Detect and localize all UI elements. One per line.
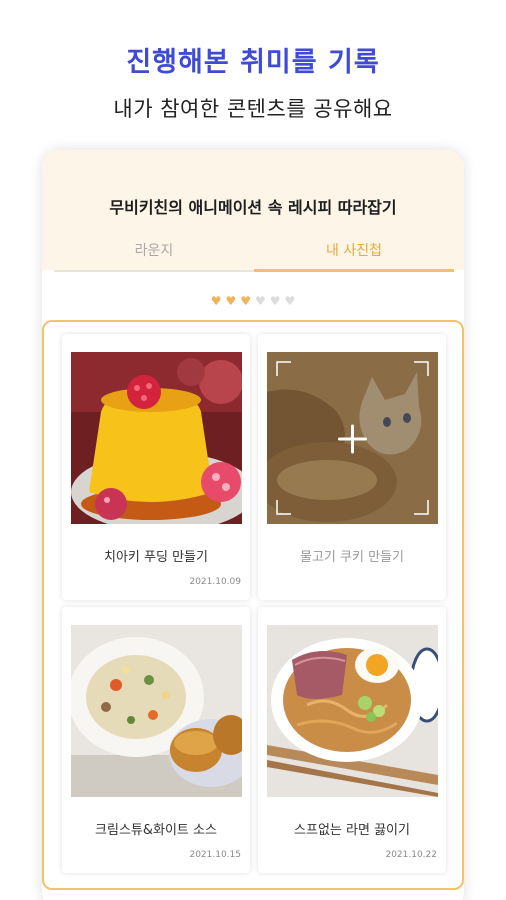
card-title: 치아키 푸딩 만들기 bbox=[104, 550, 208, 565]
album-card-empty[interactable]: 물고기 쿠키 만들기 bbox=[258, 334, 446, 600]
promo-headline: 진행해본 취미를 기록 bbox=[126, 47, 380, 78]
photo-cream-stew bbox=[71, 625, 242, 797]
card-title: 물고기 쿠키 만들기 bbox=[300, 550, 404, 565]
album-grid: 치아키 푸딩 만들기 2021.10.09 물고기 쿠키 만들기 크림스튜&화이… bbox=[42, 320, 464, 890]
album-card[interactable]: 크림스튜&화이트 소스 2021.10.15 bbox=[62, 607, 250, 873]
promo-subline: 내가 참여한 콘텐츠를 공유해요 bbox=[113, 97, 393, 121]
progress-hearts: ♥ ♥ ♥ ♥ ♥ ♥ bbox=[42, 295, 464, 307]
heart-empty-icon: ♥ bbox=[255, 294, 266, 308]
album-card[interactable]: 스프없는 라면 끓이기 2021.10.22 bbox=[258, 607, 446, 873]
heart-filled-icon: ♥ bbox=[225, 294, 237, 308]
tab-my-album[interactable]: 내 사진첩 bbox=[254, 236, 454, 272]
card-title: 스프없는 라면 끓이기 bbox=[294, 823, 410, 838]
album-card[interactable]: 치아키 푸딩 만들기 2021.10.09 bbox=[62, 334, 250, 600]
heart-filled-icon: ♥ bbox=[210, 294, 222, 308]
photo-ramen bbox=[267, 625, 438, 797]
tab-lounge[interactable]: 라운지 bbox=[54, 236, 254, 272]
tab-bar: 라운지 내 사진첩 bbox=[54, 236, 454, 272]
photo-pudding bbox=[71, 352, 242, 524]
heart-empty-icon: ♥ bbox=[269, 294, 281, 308]
card-date: 2021.10.22 bbox=[385, 850, 437, 860]
card-date: 2021.10.15 bbox=[189, 850, 241, 860]
phone-screen: 무비키친의 애니메이션 속 레시피 따라잡기 라운지 내 사진첩 ♥ ♥ ♥ ♥… bbox=[42, 150, 464, 900]
add-photo-placeholder[interactable] bbox=[267, 352, 438, 524]
card-date: 2021.10.09 bbox=[189, 577, 241, 587]
heart-filled-icon: ♥ bbox=[240, 294, 251, 308]
card-title: 크림스튜&화이트 소스 bbox=[95, 823, 217, 838]
heart-empty-icon: ♥ bbox=[284, 294, 296, 308]
mission-title: 무비키친의 애니메이션 속 레시피 따라잡기 bbox=[109, 198, 397, 217]
